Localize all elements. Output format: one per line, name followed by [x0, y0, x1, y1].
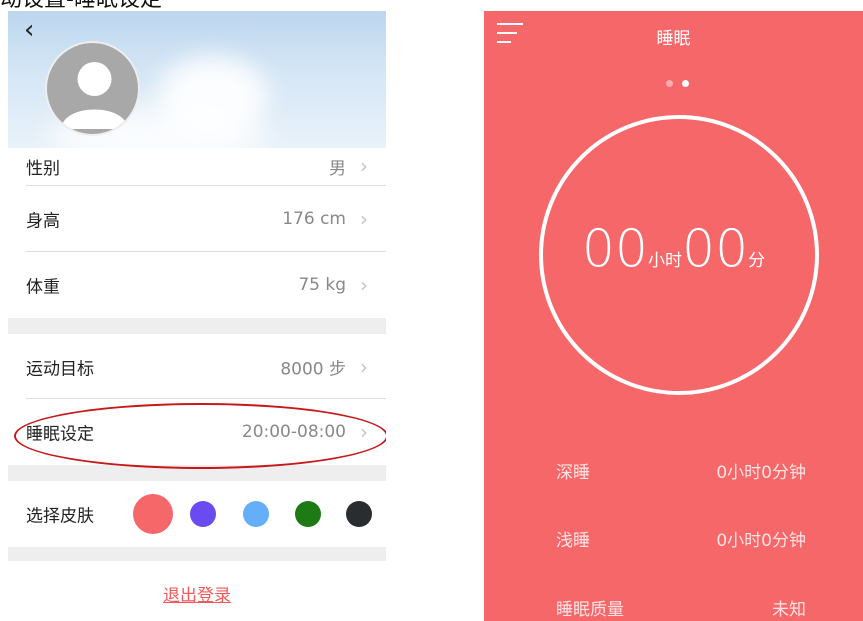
settings-row-skin: 选择皮肤: [8, 481, 386, 547]
settings-row-height[interactable]: 身高 176 cm ›: [8, 186, 386, 252]
height-value: 176 cm: [282, 209, 346, 229]
sleep-screen: 睡眠 00小时00分 深睡 0小时0分钟 浅睡 0小时0分钟 睡眠质量 未知: [484, 11, 863, 621]
section-separator: [8, 465, 386, 481]
goal-label: 运动目标: [26, 359, 94, 380]
logout-link[interactable]: 退出登录: [8, 581, 386, 606]
profile-settings-panel: ‹ 性别 男 › 身高 176 cm › 体重 75 kg › 运动目标 800…: [8, 11, 386, 621]
page-dot-active: [682, 80, 689, 87]
profile-header: ‹: [8, 11, 386, 148]
settings-row-gender[interactable]: 性别 男 ›: [8, 148, 386, 185]
back-button[interactable]: ‹: [24, 17, 34, 43]
settings-row-weight[interactable]: 体重 75 kg ›: [8, 252, 386, 318]
screen-title: 睡眠: [656, 29, 691, 49]
skin-color-picker: [133, 494, 383, 534]
sleep-quality-value: 未知: [772, 600, 806, 620]
user-silhouette-icon: [61, 62, 128, 129]
deep-sleep-label: 深睡: [556, 463, 590, 483]
weight-value: 75 kg: [298, 275, 346, 295]
skin-option[interactable]: [190, 501, 216, 527]
sleep-setting-value: 20:00-08:00: [241, 422, 346, 442]
sleep-hours-unit: 小时: [648, 251, 682, 271]
page-indicator: [664, 80, 694, 90]
chevron-right-icon: ›: [360, 273, 368, 297]
skin-option[interactable]: [346, 501, 372, 527]
height-label: 身高: [26, 211, 60, 232]
sleep-hours: 00: [581, 219, 648, 279]
sleep-minutes-unit: 分: [748, 251, 766, 271]
goal-value: 8000 步: [280, 359, 346, 380]
gender-value: 男: [329, 159, 346, 179]
sleep-duration: 00小时00分: [484, 223, 863, 275]
chevron-right-icon: ›: [360, 355, 368, 379]
light-sleep-value: 0小时0分钟: [716, 531, 806, 551]
skin-label: 选择皮肤: [26, 506, 94, 527]
gender-label: 性别: [26, 159, 60, 179]
sleep-setting-label: 睡眠设定: [26, 424, 94, 445]
settings-row-sleep[interactable]: 睡眠设定 20:00-08:00 ›: [8, 399, 386, 465]
skin-option[interactable]: [133, 494, 173, 534]
skin-option[interactable]: [243, 501, 269, 527]
section-separator: [8, 318, 386, 334]
sleep-quality-label: 睡眠质量: [556, 600, 624, 620]
section-separator: [8, 547, 386, 561]
back-icon: ‹: [24, 15, 35, 45]
sleep-minutes: 00: [682, 219, 749, 279]
weight-label: 体重: [26, 277, 60, 298]
deep-sleep-value: 0小时0分钟: [716, 463, 806, 483]
chevron-right-icon: ›: [360, 420, 368, 444]
skin-option[interactable]: [295, 501, 321, 527]
chevron-right-icon: ›: [360, 207, 368, 231]
avatar[interactable]: [45, 41, 140, 136]
page-dot: [666, 80, 673, 87]
light-sleep-label: 浅睡: [556, 531, 590, 551]
chevron-right-icon: ›: [360, 154, 368, 178]
heading-fragment-text: 动设置-睡眠设定: [0, 0, 260, 11]
settings-row-goal[interactable]: 运动目标 8000 步 ›: [8, 334, 386, 400]
